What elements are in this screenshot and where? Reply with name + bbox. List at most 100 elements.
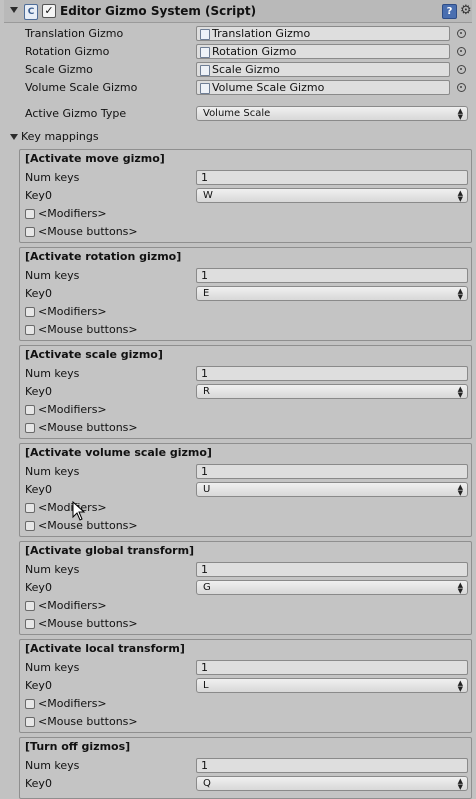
key-mappings-foldout[interactable]: Key mappings [21, 130, 99, 143]
rotation-gizmo-field[interactable]: Rotation Gizmo [196, 44, 450, 59]
help-book-icon[interactable]: ? [442, 4, 457, 19]
modifiers-label: <Modifiers> [38, 697, 107, 710]
modifiers-checkbox[interactable] [25, 307, 35, 317]
script-icon [200, 83, 210, 94]
updown-arrow-icon: ▲ ▼ [457, 107, 463, 121]
key0-dropdown[interactable]: Q ▲ ▼ [196, 776, 468, 791]
updown-arrow-icon: ▲ ▼ [457, 581, 463, 595]
translation-gizmo-field[interactable]: Translation Gizmo [196, 26, 450, 41]
key-mapping-group: [Activate global transform] Num keys 1 K… [19, 541, 472, 635]
component-enabled-checkbox[interactable]: ✓ [42, 4, 56, 18]
key0-label: Key0 [25, 483, 52, 496]
object-picker-icon[interactable] [457, 83, 466, 92]
active-gizmo-type-value: Volume Scale [203, 108, 271, 119]
num-keys-label: Num keys [25, 171, 80, 184]
key0-value: W [203, 190, 213, 201]
triangle-down-icon[interactable] [10, 7, 18, 13]
modifiers-label: <Modifiers> [38, 599, 107, 612]
num-keys-label: Num keys [25, 465, 80, 478]
num-keys-label: Num keys [25, 661, 80, 674]
scale-gizmo-field[interactable]: Scale Gizmo [196, 62, 450, 77]
num-keys-field[interactable]: 1 [196, 366, 468, 381]
key0-dropdown[interactable]: R ▲ ▼ [196, 384, 468, 399]
modifiers-label: <Modifiers> [38, 403, 107, 416]
mouse-buttons-label: <Mouse buttons> [38, 323, 138, 336]
updown-arrow-icon: ▲ ▼ [457, 385, 463, 399]
group-title: [Activate local transform] [25, 642, 185, 655]
mouse-buttons-checkbox[interactable] [25, 423, 35, 433]
num-keys-field[interactable]: 1 [196, 170, 468, 185]
num-keys-field[interactable]: 1 [196, 268, 468, 283]
object-picker-icon[interactable] [457, 47, 466, 56]
key-mapping-group: [Turn off gizmos] Num keys 1 Key0 Q ▲ ▼ [19, 737, 472, 799]
key0-label: Key0 [25, 679, 52, 692]
num-keys-field[interactable]: 1 [196, 562, 468, 577]
group-title: [Activate global transform] [25, 544, 195, 557]
modifiers-checkbox[interactable] [25, 209, 35, 219]
component-title: Editor Gizmo System (Script) [60, 4, 257, 18]
mouse-buttons-label: <Mouse buttons> [38, 421, 138, 434]
mouse-buttons-label: <Mouse buttons> [38, 617, 138, 630]
num-keys-value: 1 [201, 171, 208, 184]
num-keys-field[interactable]: 1 [196, 758, 468, 773]
group-title: [Activate volume scale gizmo] [25, 446, 212, 459]
key0-label: Key0 [25, 581, 52, 594]
key-mapping-group: [Activate scale gizmo] Num keys 1 Key0 R… [19, 345, 472, 439]
modifiers-checkbox[interactable] [25, 405, 35, 415]
key0-label: Key0 [25, 287, 52, 300]
num-keys-value: 1 [201, 661, 208, 674]
component-header[interactable]: C ✓ Editor Gizmo System (Script) ? ⚙ [4, 0, 472, 23]
key0-dropdown[interactable]: L ▲ ▼ [196, 678, 468, 693]
active-gizmo-type-label: Active Gizmo Type [25, 107, 127, 120]
num-keys-field[interactable]: 1 [196, 660, 468, 675]
key0-label: Key0 [25, 777, 52, 790]
mouse-buttons-checkbox[interactable] [25, 325, 35, 335]
modifiers-label: <Modifiers> [38, 207, 107, 220]
triangle-down-icon[interactable] [10, 134, 18, 140]
updown-arrow-icon: ▲ ▼ [457, 189, 463, 203]
gear-icon[interactable]: ⚙ [460, 3, 472, 18]
modifiers-checkbox[interactable] [25, 503, 35, 513]
key0-label: Key0 [25, 385, 52, 398]
updown-arrow-icon: ▲ ▼ [457, 679, 463, 693]
key0-value: L [203, 680, 209, 691]
num-keys-value: 1 [201, 759, 208, 772]
key0-dropdown[interactable]: W ▲ ▼ [196, 188, 468, 203]
key-mapping-group: [Activate rotation gizmo] Num keys 1 Key… [19, 247, 472, 341]
key0-value: R [203, 386, 210, 397]
key0-dropdown[interactable]: E ▲ ▼ [196, 286, 468, 301]
volume-scale-gizmo-value: Volume Scale Gizmo [212, 81, 325, 94]
modifiers-checkbox[interactable] [25, 699, 35, 709]
key-mapping-group: [Activate local transform] Num keys 1 Ke… [19, 639, 472, 733]
mouse-buttons-checkbox[interactable] [25, 227, 35, 237]
num-keys-value: 1 [201, 563, 208, 576]
key0-value: G [203, 582, 211, 593]
key0-value: E [203, 288, 210, 299]
volume-scale-gizmo-field[interactable]: Volume Scale Gizmo [196, 80, 450, 95]
cs-script-icon: C [24, 4, 38, 20]
script-icon [200, 65, 210, 76]
updown-arrow-icon: ▲ ▼ [457, 483, 463, 497]
object-picker-icon[interactable] [457, 29, 466, 38]
key0-value: Q [203, 778, 211, 789]
mouse-buttons-checkbox[interactable] [25, 717, 35, 727]
rotation-gizmo-value: Rotation Gizmo [212, 45, 297, 58]
mouse-buttons-checkbox[interactable] [25, 521, 35, 531]
mouse-buttons-label: <Mouse buttons> [38, 225, 138, 238]
num-keys-label: Num keys [25, 367, 80, 380]
num-keys-value: 1 [201, 269, 208, 282]
key0-dropdown[interactable]: U ▲ ▼ [196, 482, 468, 497]
num-keys-label: Num keys [25, 759, 80, 772]
modifiers-checkbox[interactable] [25, 601, 35, 611]
active-gizmo-type-dropdown[interactable]: Volume Scale ▲ ▼ [196, 106, 468, 121]
script-icon [200, 47, 210, 58]
updown-arrow-icon: ▲ ▼ [457, 777, 463, 791]
object-picker-icon[interactable] [457, 65, 466, 74]
key0-dropdown[interactable]: G ▲ ▼ [196, 580, 468, 595]
mouse-buttons-checkbox[interactable] [25, 619, 35, 629]
num-keys-field[interactable]: 1 [196, 464, 468, 479]
script-icon [200, 29, 210, 40]
scale-gizmo-value: Scale Gizmo [212, 63, 280, 76]
key-mapping-group: [Activate move gizmo] Num keys 1 Key0 W … [19, 149, 472, 243]
translation-gizmo-label: Translation Gizmo [25, 27, 124, 40]
